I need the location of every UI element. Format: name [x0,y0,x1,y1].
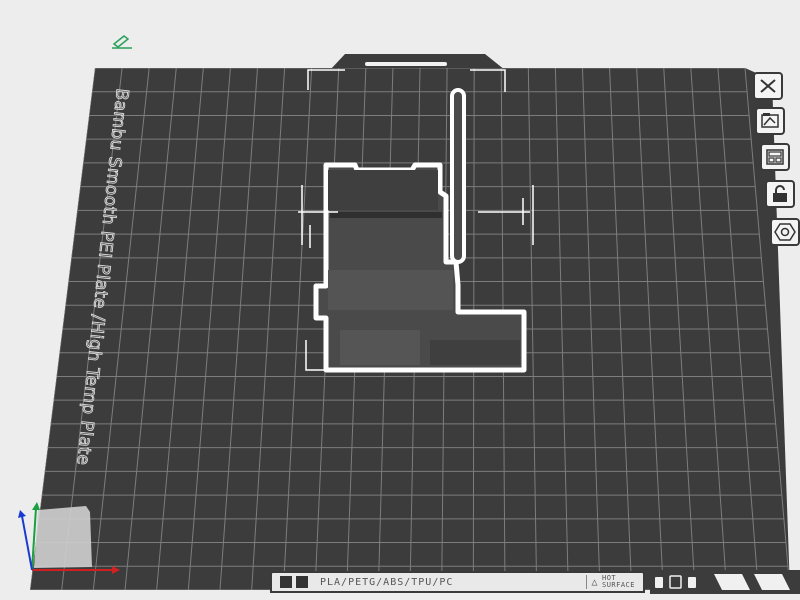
hot-surface-warning: △ HOT SURFACE [586,575,635,589]
plate-top-tab-highlight [365,62,447,66]
close-plate-button[interactable] [753,72,783,100]
plate-bottom-right-icons [650,570,800,594]
axes-gizmo [18,502,120,574]
hot-surface-line2: SURFACE [601,581,635,589]
edit-icon[interactable] [110,34,134,50]
auto-orient-button[interactable] [760,143,790,171]
3d-viewport[interactable]: Bambu Smooth PEI Plate /High Temp Plate [0,0,800,600]
arrange-icon [761,113,779,128]
lock-plate-button[interactable] [765,180,795,208]
filament-types: PLA/PETG/ABS/TPU/PC [320,576,454,588]
plate-settings-button[interactable] [770,218,800,246]
unlock-icon [773,185,787,202]
settings-icon [774,223,796,241]
filament-compatibility-strip: PLA/PETG/ABS/TPU/PC △ HOT SURFACE [270,571,645,593]
warning-icon: △ [591,576,598,588]
orient-icon [766,149,784,165]
auto-arrange-button[interactable] [755,107,785,135]
plate-type-icon [280,576,292,588]
close-icon [760,79,776,93]
plate-logo-icon [296,576,308,588]
